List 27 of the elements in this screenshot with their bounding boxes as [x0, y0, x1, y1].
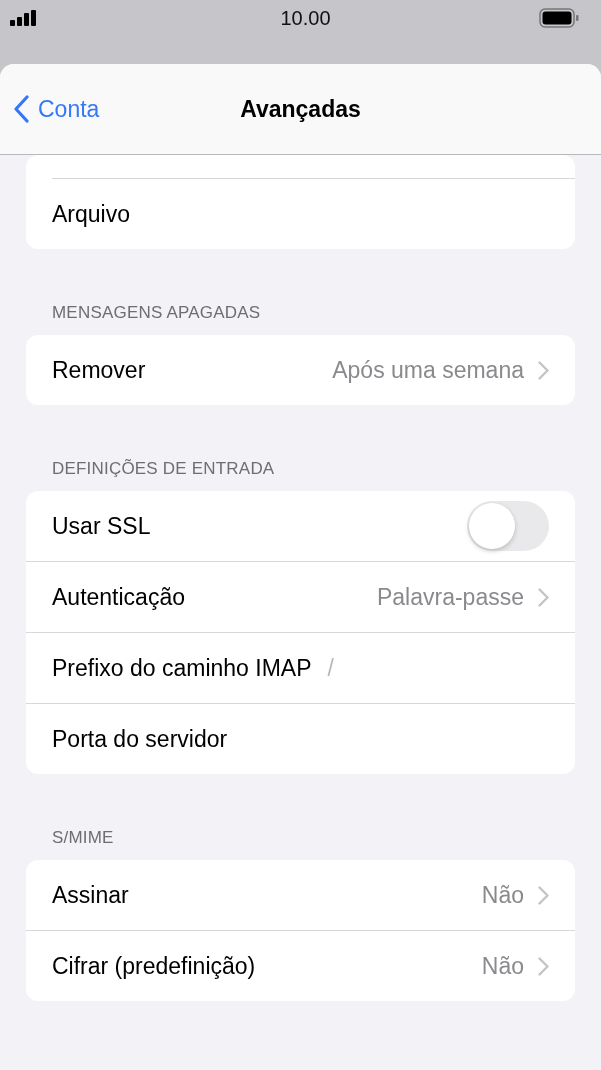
chevron-icon [538, 360, 549, 380]
status-time: 10.00 [280, 6, 331, 30]
section-header: DEFINIÇÕES DE ENTRADA [51, 458, 276, 480]
section-header: MENSAGENS APAGADAS [51, 302, 262, 324]
row-label: Cifrar (predefinição) [52, 952, 256, 980]
nav-title: Avançadas [240, 95, 361, 123]
row-label: Usar SSL [52, 512, 151, 540]
row-value: Palavra-passe [376, 583, 524, 611]
signal-icon [10, 10, 38, 26]
chevron-icon [538, 587, 549, 607]
back-button[interactable]: Conta [14, 64, 100, 154]
section-header: S/MIME [51, 827, 115, 849]
row-label: Assinar [52, 881, 129, 909]
row-label: Arquivo [52, 200, 130, 228]
chevron-icon [538, 956, 549, 976]
row-value: Não [481, 952, 524, 980]
row-label: Prefixo do caminho IMAP [52, 654, 312, 682]
input-field[interactable]: / [327, 654, 334, 682]
row-value: Após uma semana [332, 356, 524, 384]
row-value: Não [481, 881, 524, 909]
chevron-icon [538, 885, 549, 905]
row-label: Autenticação [52, 583, 185, 611]
battery-icon [539, 8, 579, 28]
row-label: Porta do servidor [52, 725, 228, 753]
back-chevron-icon [14, 95, 30, 123]
toggle-switch[interactable] [467, 501, 549, 551]
row-label: Remover [52, 356, 146, 384]
